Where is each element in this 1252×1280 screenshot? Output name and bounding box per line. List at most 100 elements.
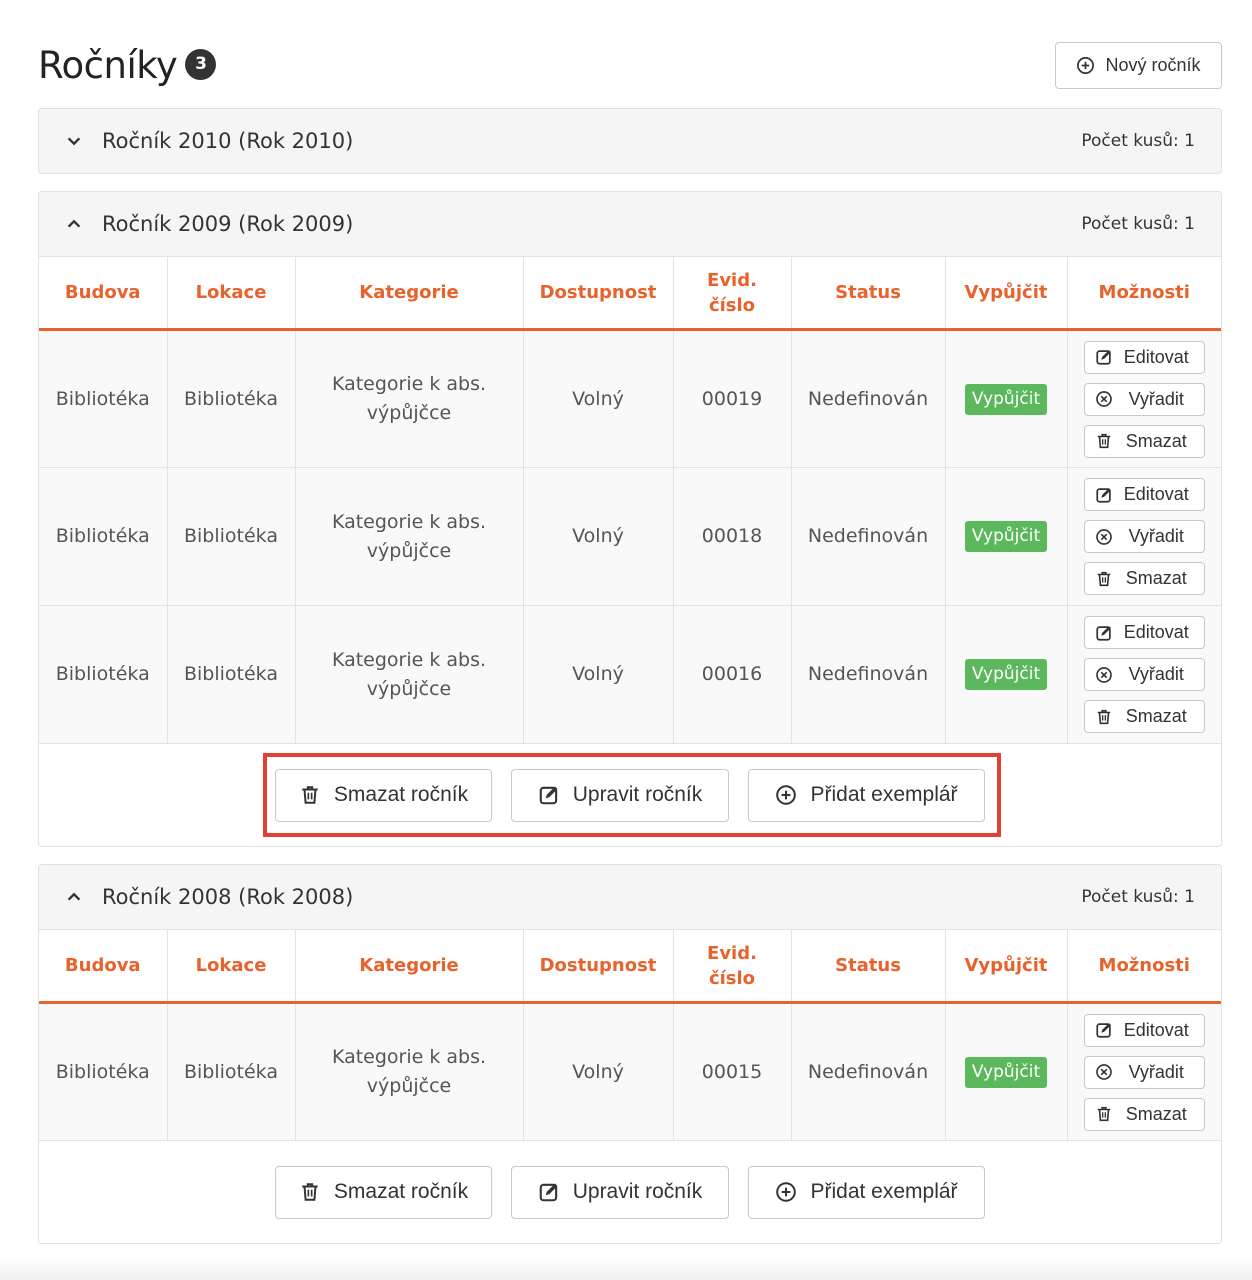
chevron-up-icon[interactable] bbox=[65, 215, 83, 233]
table-header-row: Budova Lokace Kategorie Dostupnost Evid. čísl… bbox=[39, 256, 1221, 331]
edit-icon bbox=[1095, 624, 1113, 642]
cell-evid: 00018 bbox=[673, 467, 792, 606]
cell-status: Nedefinován bbox=[791, 605, 946, 744]
column-header: Vypůjčit bbox=[945, 256, 1068, 331]
lend-button[interactable]: Vypůjčit bbox=[964, 659, 1048, 690]
table-header-row: Budova Lokace Kategorie Dostupnost Evid. čísl… bbox=[39, 929, 1221, 1004]
copies-table: Budova Lokace Kategorie Dostupnost Evid. čísl… bbox=[39, 929, 1221, 1141]
cell-lend: Vypůjčit bbox=[945, 329, 1068, 468]
delete-volume-button[interactable]: Smazat ročník bbox=[275, 1165, 492, 1219]
cell-lokace: Bibliotéka bbox=[167, 329, 296, 468]
delete-button[interactable]: Smazat bbox=[1083, 424, 1205, 458]
delete-button[interactable]: Smazat bbox=[1083, 700, 1205, 733]
volume-count: Počet kusů: 1 bbox=[1081, 131, 1195, 151]
cell-lend: Vypůjčit bbox=[945, 467, 1068, 606]
cell-lokace: Bibliotéka bbox=[167, 605, 296, 744]
edit-button[interactable]: Editovat bbox=[1083, 616, 1205, 649]
column-header: Možnosti bbox=[1067, 256, 1221, 331]
discard-button-label: Vyřadit bbox=[1128, 526, 1184, 546]
discard-button[interactable]: Vyřadit bbox=[1083, 658, 1205, 691]
cell-status: Nedefinován bbox=[791, 329, 946, 468]
x-circle-icon bbox=[1095, 1063, 1113, 1081]
plus-circle-icon bbox=[775, 784, 797, 806]
discard-button-label: Vyřadit bbox=[1128, 664, 1184, 684]
options-group: Editovat Vyřadit Smazat bbox=[1074, 1013, 1216, 1131]
discard-button[interactable]: Vyřadit bbox=[1083, 382, 1205, 416]
add-copy-button-label: Přidat exemplář bbox=[810, 783, 958, 806]
delete-button-label: Smazat bbox=[1125, 1103, 1187, 1124]
column-header: Lokace bbox=[167, 929, 296, 1004]
delete-button[interactable]: Smazat bbox=[1083, 1097, 1205, 1131]
options-group: Editovat Vyřadit Smazat bbox=[1074, 478, 1216, 595]
delete-volume-button[interactable]: Smazat ročník bbox=[275, 768, 492, 822]
x-circle-icon bbox=[1095, 666, 1113, 684]
cell-kategorie: Kategorie k abs. výpůjčce bbox=[295, 1002, 524, 1141]
discard-button[interactable]: Vyřadit bbox=[1083, 1055, 1205, 1089]
volume-panel-header[interactable]: Ročník 2009 (Rok 2009) Počet kusů: 1 bbox=[39, 192, 1221, 256]
options-group: Editovat Vyřadit Smazat bbox=[1074, 616, 1216, 733]
new-volume-button[interactable]: Nový ročník bbox=[1055, 42, 1222, 89]
edit-volume-button[interactable]: Upravit ročník bbox=[511, 1165, 729, 1219]
cell-evid: 00015 bbox=[673, 1002, 792, 1141]
lend-button[interactable]: Vypůjčit bbox=[964, 383, 1048, 415]
volume-panel-header[interactable]: Ročník 2008 (Rok 2008) Počet kusů: 1 bbox=[39, 865, 1221, 929]
volume-count: Počet kusů: 1 bbox=[1081, 214, 1195, 234]
discard-button[interactable]: Vyřadit bbox=[1083, 520, 1205, 553]
edit-volume-button[interactable]: Upravit ročník bbox=[511, 768, 729, 822]
cell-kategorie: Kategorie k abs. výpůjčce bbox=[295, 329, 524, 468]
edit-button[interactable]: Editovat bbox=[1083, 340, 1205, 374]
lend-button[interactable]: Vypůjčit bbox=[964, 1056, 1048, 1088]
lend-button[interactable]: Vypůjčit bbox=[964, 521, 1048, 552]
x-circle-icon bbox=[1095, 390, 1113, 408]
cell-dostupnost: Volný bbox=[523, 329, 674, 468]
cell-options: Editovat Vyřadit Smazat bbox=[1067, 605, 1221, 744]
cell-evid: 00019 bbox=[673, 329, 792, 468]
edit-button[interactable]: Editovat bbox=[1083, 1013, 1205, 1047]
trash-icon bbox=[299, 1181, 321, 1203]
volume-title: Ročník 2010 (Rok 2010) bbox=[102, 129, 354, 153]
new-volume-label: Nový ročník bbox=[1105, 55, 1201, 75]
delete-button-label: Smazat bbox=[1125, 568, 1187, 588]
column-header: Dostupnost bbox=[523, 929, 674, 1004]
edit-icon bbox=[538, 1181, 560, 1203]
delete-button[interactable]: Smazat bbox=[1083, 562, 1205, 595]
volume-panel-header[interactable]: Ročník 2010 (Rok 2010) Počet kusů: 1 bbox=[39, 109, 1221, 173]
add-copy-button[interactable]: Přidat exemplář bbox=[748, 768, 985, 822]
volume-actions: Smazat ročník Upravit ročník Přidat exempl… bbox=[39, 1141, 1221, 1243]
discard-button-label: Vyřadit bbox=[1128, 1061, 1184, 1082]
cell-kategorie: Kategorie k abs. výpůjčce bbox=[295, 605, 524, 744]
delete-button-label: Smazat bbox=[1125, 706, 1187, 726]
delete-volume-button-label: Smazat ročník bbox=[333, 783, 469, 806]
column-header: Evid. číslo bbox=[673, 929, 792, 1004]
cell-status: Nedefinován bbox=[791, 467, 946, 606]
page: Ročníky 3 Nový ročník Ročník 2010 (Rok 20… bbox=[38, 0, 1222, 1261]
cell-evid: 00016 bbox=[673, 605, 792, 744]
column-header: Evid. číslo bbox=[673, 256, 792, 331]
plus-circle-icon bbox=[775, 1181, 797, 1203]
column-header: Kategorie bbox=[295, 256, 524, 331]
edit-button-label: Editovat bbox=[1123, 484, 1189, 504]
trash-icon bbox=[1095, 570, 1113, 588]
column-header: Budova bbox=[39, 256, 168, 331]
table-row: Bibliotéka Bibliotéka Kategorie k abs. výp… bbox=[39, 1002, 1221, 1141]
edit-button[interactable]: Editovat bbox=[1083, 478, 1205, 511]
cell-kategorie: Kategorie k abs. výpůjčce bbox=[295, 467, 524, 606]
chevron-down-icon[interactable] bbox=[65, 132, 83, 150]
add-copy-button[interactable]: Přidat exemplář bbox=[748, 1165, 985, 1219]
column-header: Status bbox=[791, 929, 946, 1004]
edit-icon bbox=[1095, 486, 1113, 504]
volume-title: Ročník 2009 (Rok 2009) bbox=[102, 212, 354, 236]
cell-budova: Bibliotéka bbox=[39, 467, 168, 606]
cell-options: Editovat Vyřadit Smazat bbox=[1067, 1002, 1221, 1141]
edit-button-label: Editovat bbox=[1123, 1019, 1189, 1040]
cell-budova: Bibliotéka bbox=[39, 605, 168, 744]
chevron-up-icon[interactable] bbox=[65, 888, 83, 906]
cell-budova: Bibliotéka bbox=[39, 329, 168, 468]
cell-lend: Vypůjčit bbox=[945, 605, 1068, 744]
trash-icon bbox=[1095, 708, 1113, 726]
page-title: Ročníky 3 bbox=[38, 40, 217, 92]
delete-volume-button-label: Smazat ročník bbox=[333, 1180, 469, 1203]
count-badge: 3 bbox=[185, 49, 217, 80]
page-header: Ročníky 3 Nový ročník bbox=[38, 0, 1222, 108]
column-header: Budova bbox=[39, 929, 168, 1004]
